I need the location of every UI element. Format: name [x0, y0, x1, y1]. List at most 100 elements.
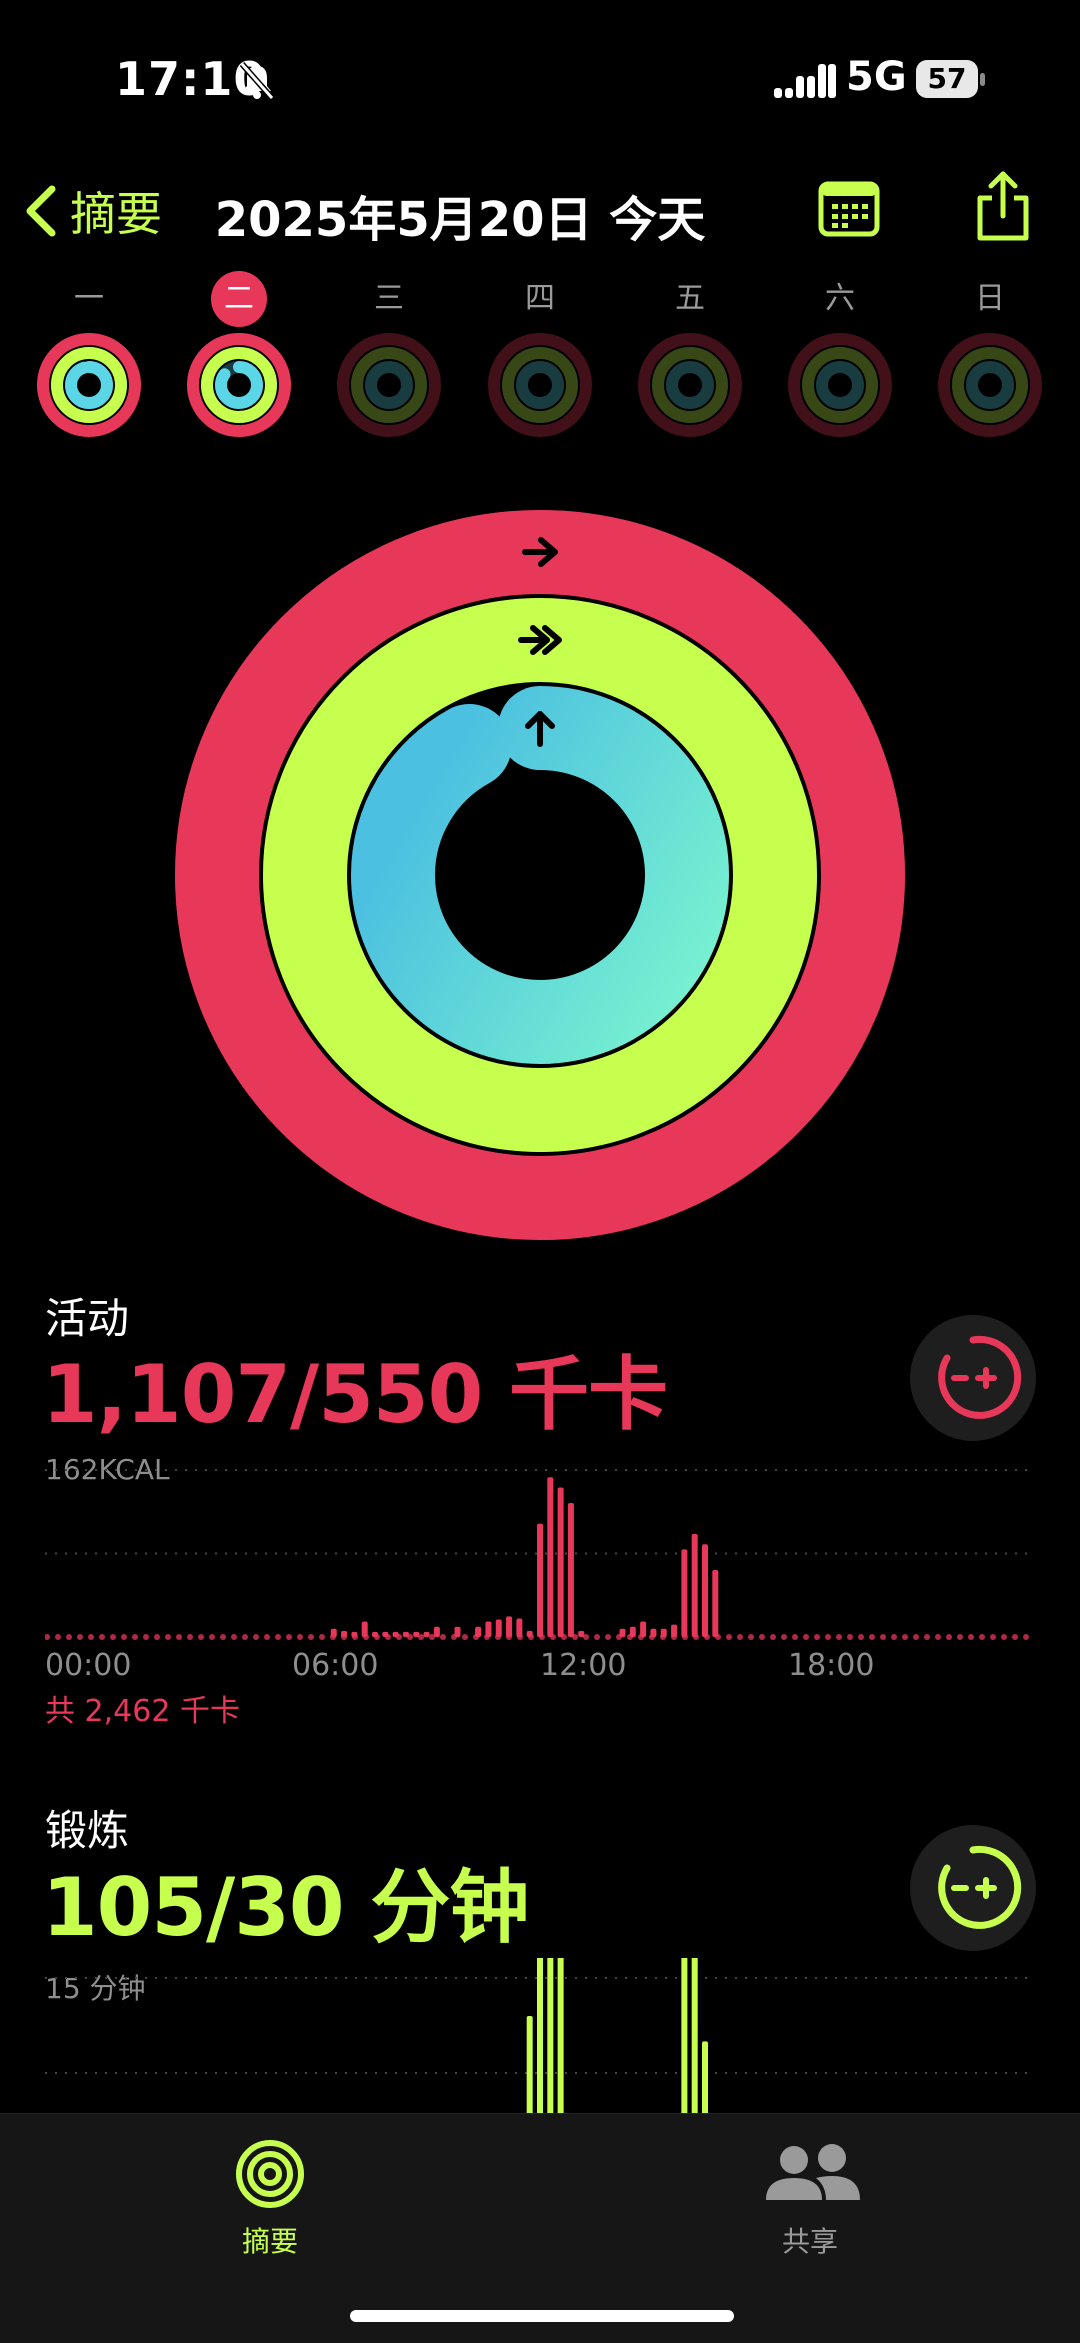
baseline-dot [66, 1634, 72, 1640]
baseline-dot [792, 1634, 798, 1640]
activity-chart [45, 1469, 1035, 1640]
baseline-dot [220, 1634, 226, 1640]
baseline-dot [605, 1634, 611, 1640]
baseline-dot [165, 1634, 171, 1640]
day-rings [488, 333, 592, 437]
baseline-dot [1023, 1634, 1029, 1640]
baseline-dot [836, 1634, 842, 1640]
bar [382, 1631, 389, 1637]
bell-slash-icon [239, 62, 275, 100]
baseline-dot [957, 1634, 963, 1640]
baseline-dot [176, 1634, 182, 1640]
week-day-0[interactable]: 一 [34, 270, 144, 444]
bar [557, 1487, 564, 1637]
bar [660, 1628, 667, 1637]
baseline-dot [1012, 1634, 1018, 1640]
axis-tick-label: 18:00 [788, 1648, 875, 1683]
tab-summary[interactable]: 摘要 [170, 2134, 370, 2260]
people-icon [766, 2144, 860, 2200]
bar [629, 1626, 636, 1637]
baseline-dot [814, 1634, 820, 1640]
baseline-dot [462, 1634, 468, 1640]
baseline-dot [924, 1634, 930, 1640]
bar [547, 1958, 554, 2118]
baseline-dot [902, 1634, 908, 1640]
home-indicator[interactable] [350, 2310, 734, 2322]
baseline-dot [803, 1634, 809, 1640]
mini-stand-ring-track [966, 361, 1014, 409]
activity-value: 1,107/550 千卡 [42, 1348, 668, 1441]
bar [330, 1628, 337, 1637]
day-rings [337, 333, 441, 437]
network-type: 5G [846, 54, 907, 100]
week-day-1[interactable]: 二 [184, 270, 294, 444]
exercise-value: 105/30 分钟 [42, 1861, 529, 1954]
bar [402, 1631, 409, 1637]
week-day-2[interactable]: 三 [334, 270, 444, 444]
battery-level: 57 [927, 62, 967, 95]
baseline-dot [858, 1634, 864, 1640]
bar [392, 1631, 399, 1637]
share-icon[interactable] [972, 170, 1034, 242]
bar [557, 1958, 564, 2118]
mini-stand-ring [65, 361, 113, 409]
bar [475, 1626, 482, 1637]
bar [650, 1628, 657, 1637]
signal-icon [774, 64, 836, 98]
bar [691, 1533, 698, 1637]
mini-stand-ring-track [516, 361, 564, 409]
baseline-dot [726, 1634, 732, 1640]
bar [619, 1628, 626, 1637]
baseline-dot [440, 1634, 446, 1640]
bar [712, 1569, 719, 1637]
baseline-dot [770, 1634, 776, 1640]
baseline-dot [737, 1634, 743, 1640]
axis-tick-label: 12:00 [540, 1648, 627, 1683]
bar [640, 1621, 647, 1637]
bar [506, 1616, 513, 1637]
day-label: 一 [74, 281, 104, 316]
baseline-dot [968, 1634, 974, 1640]
baseline-dot [825, 1634, 831, 1640]
mini-stand-ring-track [365, 361, 413, 409]
bar [702, 2041, 708, 2118]
baseline-dot [319, 1634, 325, 1640]
week-day-3[interactable]: 四 [485, 270, 595, 444]
exercise-chart [45, 1958, 1035, 2118]
bar [537, 1523, 543, 1637]
bar [702, 1544, 708, 1637]
adjust-move-goal-button[interactable] [910, 1315, 1036, 1441]
week-day-4[interactable]: 五 [635, 270, 745, 444]
goal-adjust-icon [938, 1335, 1022, 1419]
day-rings [938, 333, 1042, 437]
bar [495, 1619, 502, 1637]
tab-sharing[interactable]: 共享 [710, 2134, 910, 2260]
baseline-dot [45, 1634, 50, 1640]
day-rings [187, 333, 291, 437]
week-strip: 一 二三四五 六 日 [0, 270, 1080, 470]
bar [485, 1621, 492, 1637]
adjust-exercise-goal-button[interactable] [910, 1825, 1036, 1951]
baseline-dot [187, 1634, 193, 1640]
day-label: 六 [825, 281, 855, 316]
week-day-5[interactable]: 六 [785, 270, 895, 444]
baseline-dot [781, 1634, 787, 1640]
bar [372, 1631, 378, 1637]
activity-rings-icon [236, 2140, 304, 2208]
bar [351, 1631, 358, 1637]
bar [681, 1549, 688, 1637]
baseline-dot [55, 1634, 61, 1640]
bar [537, 1958, 543, 2118]
baseline-dot [253, 1634, 259, 1640]
baseline-dot [275, 1634, 281, 1640]
baseline-dot [1001, 1634, 1007, 1640]
week-day-6[interactable]: 日 [935, 270, 1045, 444]
baseline-dot [869, 1634, 875, 1640]
day-rings [37, 333, 141, 437]
mini-stand-ring [215, 361, 263, 409]
axis-tick-label: 06:00 [292, 1648, 379, 1683]
baseline-dot [99, 1634, 105, 1640]
calendar-icon[interactable] [818, 180, 880, 238]
baseline-dot [990, 1634, 996, 1640]
bar [361, 1621, 368, 1637]
